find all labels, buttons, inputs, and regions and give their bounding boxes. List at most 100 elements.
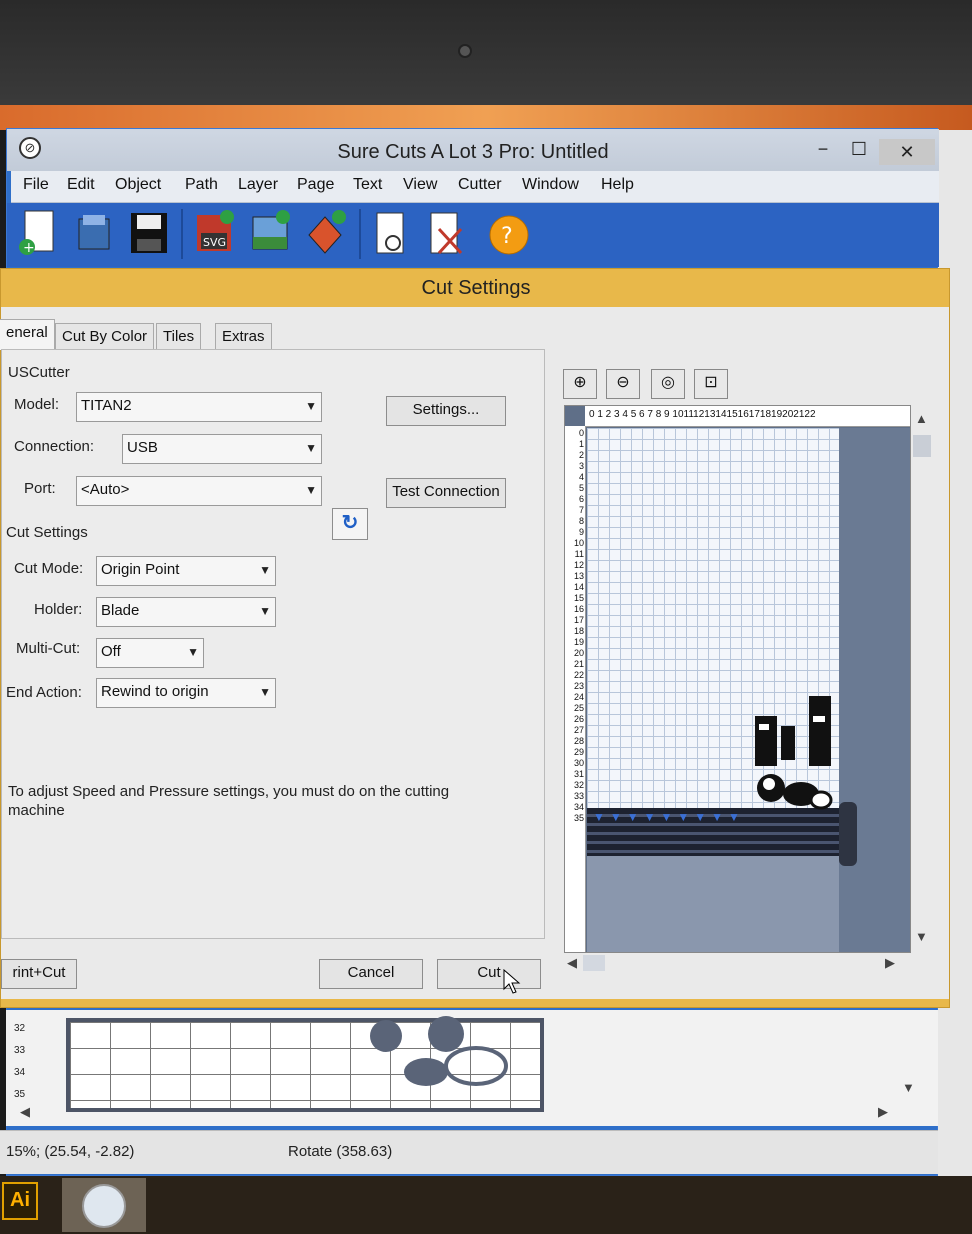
scroll-right-icon[interactable]: ▶	[885, 955, 895, 971]
port-label: Port:	[24, 480, 56, 497]
scroll-down-icon[interactable]: ▼	[915, 929, 928, 944]
ruler-tick-label: 1	[578, 439, 584, 449]
test-connection-button[interactable]: Test Connection	[386, 478, 506, 508]
chevron-down-icon: ▼	[259, 604, 271, 618]
canvas-scroll-down-icon[interactable]: ▼	[902, 1080, 915, 1095]
laptop-bezel	[0, 0, 972, 110]
open-icon[interactable]	[73, 209, 115, 259]
zoom-out-icon[interactable]: ⊖	[606, 369, 640, 399]
menu-view[interactable]: View	[403, 176, 437, 194]
ruler-tick-label: 10	[573, 538, 584, 548]
new-document-icon[interactable]: +	[17, 209, 59, 259]
menu-text[interactable]: Text	[353, 176, 382, 194]
end-action-label: End Action:	[6, 684, 82, 701]
ruler-tick-label: 33	[573, 791, 584, 801]
cut-preview[interactable]: ▼▼▼▼▼▼▼▼▼ 0 1 2 3 4 5 6 7 8 9 1011121314…	[564, 405, 911, 953]
multicut-select[interactable]: Off ▼	[96, 638, 204, 668]
horizontal-scroll-thumb[interactable]	[583, 955, 605, 971]
multicut-label: Multi-Cut:	[16, 640, 81, 657]
menu-cutter[interactable]: Cutter	[458, 176, 502, 194]
ruler-tick-label: 13	[573, 571, 584, 581]
menu-help[interactable]: Help	[601, 176, 634, 194]
connection-value: USB	[127, 439, 158, 456]
print-cut-button[interactable]: rint+Cut	[1, 959, 77, 989]
status-bar: 15%; (25.54, -2.82) Rotate (358.63)	[0, 1130, 938, 1174]
zoom-in-icon[interactable]: ⊕	[563, 369, 597, 399]
save-icon[interactable]	[127, 209, 169, 259]
close-button[interactable]: ✕	[879, 139, 935, 165]
ruler-tick-label: 5	[578, 483, 584, 493]
sure-cuts-taskbar-icon[interactable]	[62, 1178, 146, 1232]
cut-mode-value: Origin Point	[101, 561, 180, 578]
cut-icon[interactable]	[425, 209, 467, 259]
cut-mode-select[interactable]: Origin Point ▼	[96, 556, 276, 586]
port-select[interactable]: <Auto> ▼	[76, 476, 322, 506]
ruler-tick-label: 6	[578, 494, 584, 504]
ruler-tick-label: 15	[573, 593, 584, 603]
canvas-scroll-right-icon[interactable]: ▶	[878, 1104, 888, 1120]
refresh-button[interactable]: ↻	[332, 508, 368, 540]
ruler-vertical: 0 1 2 3 4 5 6 7 8 9 10 11 12 13 14 15 16 17 18 19 20 21 22 23 24…	[565, 426, 586, 952]
connection-label: Connection:	[14, 438, 95, 455]
speed-pressure-info: To adjust Speed and Pressure settings, y…	[8, 783, 450, 819]
zoom-fit-icon[interactable]: ◎	[651, 369, 685, 399]
menu-path[interactable]: Path	[185, 176, 218, 194]
vertical-scroll-thumb[interactable]	[913, 435, 931, 457]
holder-select[interactable]: Blade ▼	[96, 597, 276, 627]
below-mat-area	[587, 856, 839, 952]
trace-icon[interactable]	[305, 209, 347, 259]
menu-page[interactable]: Page	[297, 176, 334, 194]
holder-label: Holder:	[34, 601, 83, 618]
zoom-page-icon[interactable]: ⊡	[694, 369, 728, 399]
menu-window[interactable]: Window	[522, 176, 579, 194]
ruler-tick-label: 7	[578, 505, 584, 515]
scroll-left-icon[interactable]: ◀	[567, 955, 577, 971]
end-action-select[interactable]: Rewind to origin ▼	[96, 678, 276, 708]
menu-object[interactable]: Object	[115, 176, 161, 194]
menu-layer[interactable]: Layer	[238, 176, 278, 194]
chevron-down-icon: ▼	[305, 483, 317, 497]
tab-tiles[interactable]: Tiles	[156, 323, 202, 351]
roller-cap	[839, 802, 857, 866]
ruler-tick-label: 23	[573, 681, 584, 691]
import-svg-icon[interactable]: SVG	[193, 209, 235, 259]
ruler-tick-label: 35	[14, 1089, 26, 1100]
rotate-readout: Rotate (358.63)	[288, 1143, 393, 1160]
ruler-tick-label: 4	[578, 472, 584, 482]
tab-general[interactable]: eneral	[0, 319, 55, 350]
cutter-section-label: USCutter	[8, 364, 70, 381]
help-icon[interactable]: ?	[487, 209, 529, 259]
multicut-value: Off	[101, 643, 121, 660]
settings-button[interactable]: Settings...	[386, 396, 506, 426]
cut-button[interactable]: Cut	[437, 959, 541, 989]
ruler-tick-label: 0	[578, 428, 584, 438]
menu-file[interactable]: File	[23, 176, 49, 194]
cancel-button[interactable]: Cancel	[319, 959, 423, 989]
ruler-tick-label: 24	[573, 692, 584, 702]
ruler-tick-label: 29	[573, 747, 584, 757]
illustrator-taskbar-icon[interactable]: Ai	[2, 1182, 38, 1220]
scroll-up-icon[interactable]: ▲	[915, 411, 928, 426]
model-value: TITAN2	[81, 397, 132, 414]
main-canvas[interactable]: 32 33 34 35 ◀ ▶ ▼	[6, 1010, 938, 1126]
toolbar: + SVG ?	[7, 203, 939, 267]
holder-value: Blade	[101, 602, 140, 619]
canvas-scroll-left-icon[interactable]: ◀	[20, 1104, 30, 1120]
maximize-button[interactable]: ☐	[839, 135, 879, 163]
tab-extras[interactable]: Extras	[215, 323, 272, 351]
connection-select[interactable]: USB ▼	[122, 434, 322, 464]
cut-settings-dialog: Cut Settings eneral Cut By Color Tiles E…	[0, 268, 950, 1008]
preview-icon[interactable]	[369, 209, 411, 259]
ruler-tick-label: 21	[573, 659, 584, 669]
mat-side	[839, 428, 910, 952]
ruler-tick-label: 33	[14, 1045, 26, 1056]
menu-edit[interactable]: Edit	[67, 176, 95, 194]
tab-cut-by-color[interactable]: Cut By Color	[55, 323, 155, 351]
svg-text:+: +	[23, 240, 35, 256]
general-panel: USCutter Model: TITAN2 ▼ Settings... Conn…	[1, 349, 545, 939]
model-select[interactable]: TITAN2 ▼	[76, 392, 322, 422]
end-action-value: Rewind to origin	[101, 683, 209, 700]
ruler-tick-label: 11	[574, 549, 584, 559]
minimize-button[interactable]: −	[803, 135, 843, 163]
import-image-icon[interactable]	[249, 209, 291, 259]
